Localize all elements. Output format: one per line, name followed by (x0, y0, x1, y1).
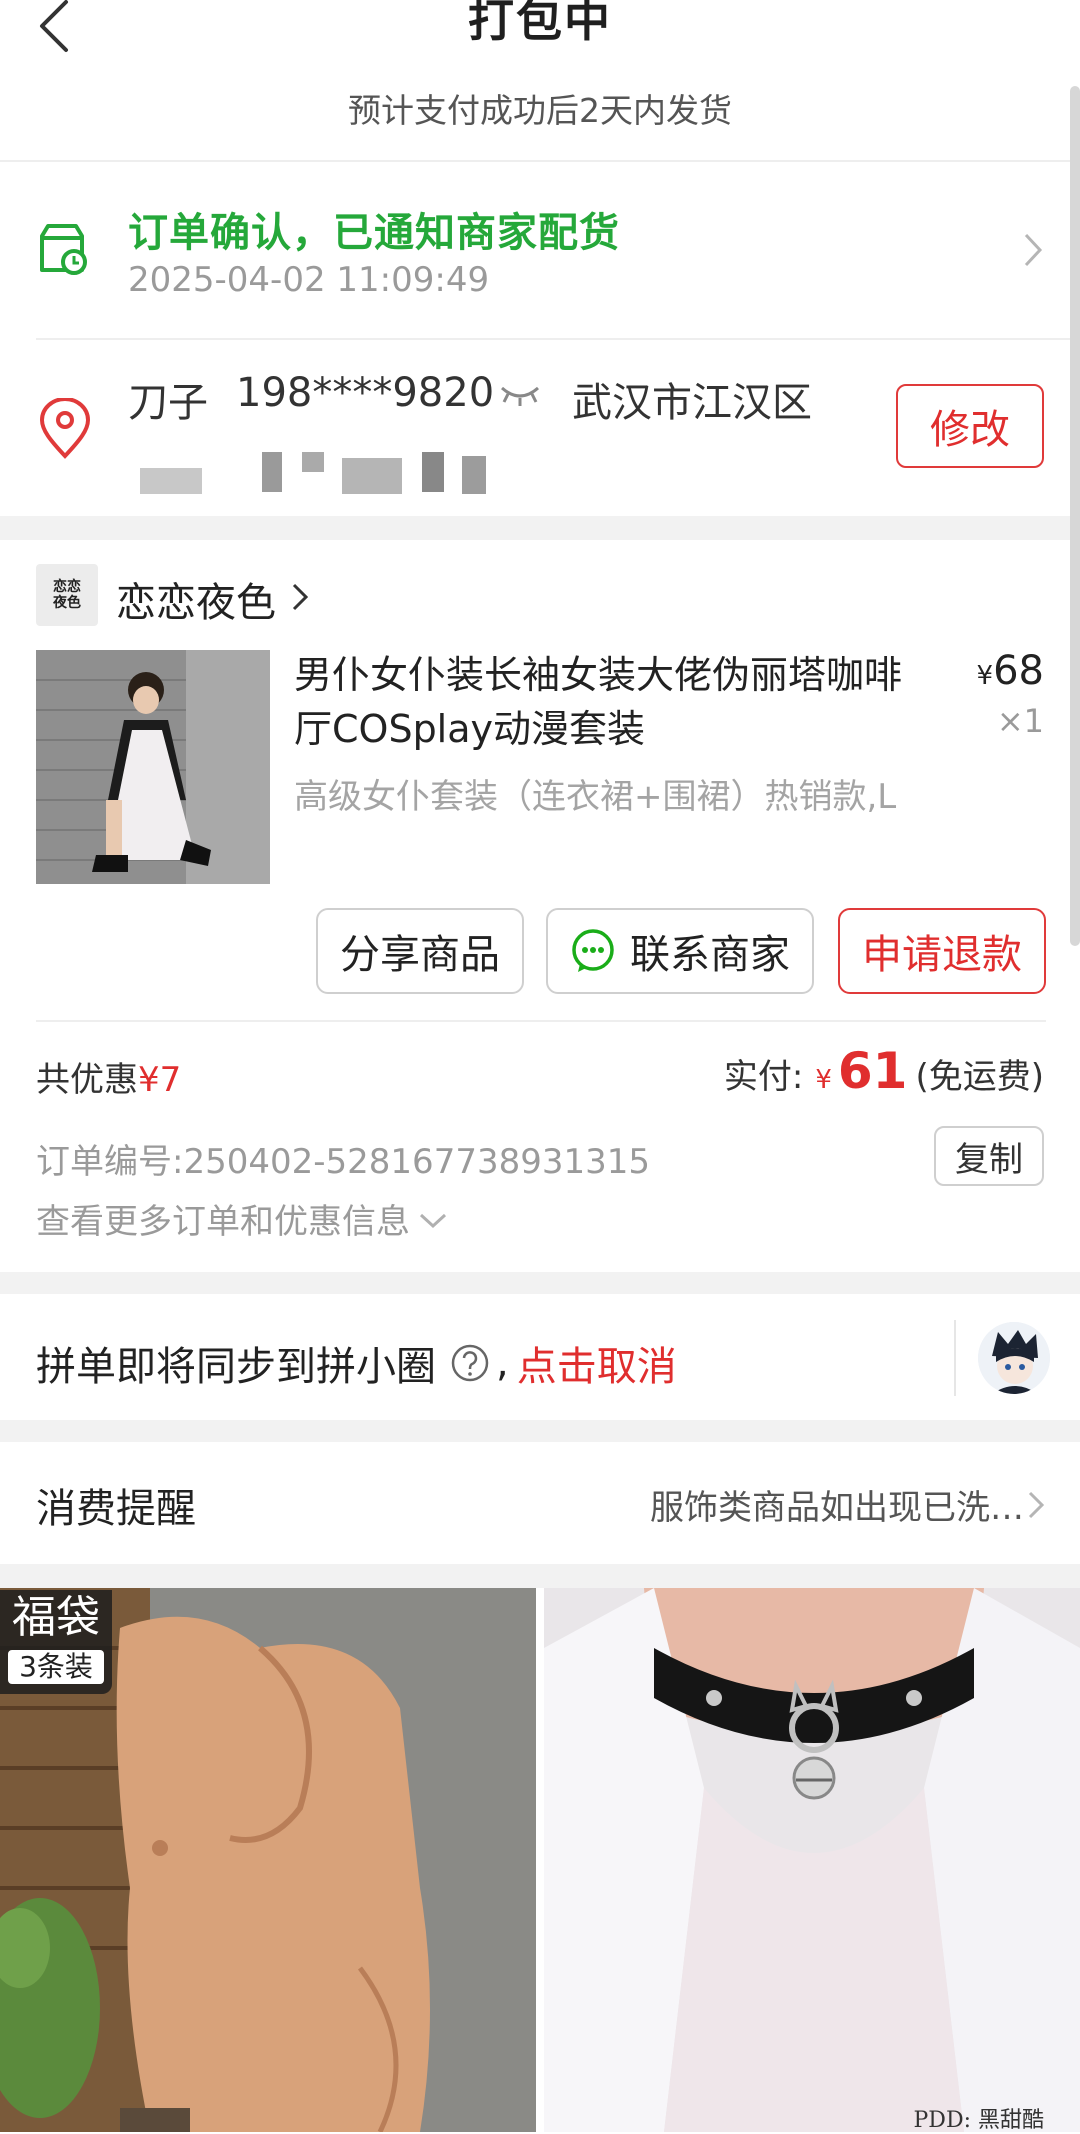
redacted-address (422, 452, 444, 492)
store-logo-text: 恋恋夜色 (53, 579, 81, 611)
recipient-name: 刀子 (128, 380, 208, 426)
shipping-address-row[interactable]: 刀子 198****9820 武汉市江汉区 修改 (0, 340, 1080, 520)
consumer-reminder-note[interactable]: 服饰类商品如出现已洗… (650, 1480, 1024, 1529)
order-number-label: 订单编号: (36, 1142, 184, 1182)
redacted-address (140, 468, 202, 494)
discount-summary: 共优惠¥7 (36, 1052, 181, 1101)
order-number-value: 250402-528167738931315 (183, 1142, 651, 1182)
order-number: 订单编号:250402-528167738931315 (36, 1134, 650, 1183)
group-sync-notice: 拼单即将同步到拼小圈 , 点击取消 (36, 1334, 677, 1392)
shipping-box-icon (36, 222, 90, 276)
request-refund-button[interactable]: 申请退款 (838, 908, 1046, 994)
store-name[interactable]: 恋恋夜色 (116, 570, 276, 628)
product-price: ¥68 (977, 648, 1044, 694)
discount-label: 共优惠 (36, 1060, 138, 1100)
product-thumbnail[interactable] (36, 650, 270, 884)
section-gap (0, 1272, 1080, 1294)
section-gap (0, 516, 1080, 540)
chevron-right-icon (1028, 1490, 1045, 1520)
chat-bubble-icon (570, 928, 616, 974)
location-pin-icon (36, 397, 94, 460)
discount-value: ¥7 (138, 1060, 182, 1100)
more-order-info[interactable]: 查看更多订单和优惠信息 (36, 1194, 448, 1243)
shipping-hint: 预计支付成功后2天内发货 (348, 91, 732, 130)
paid-label: 实付: (723, 1057, 804, 1097)
paid-note: (免运费) (915, 1057, 1044, 1097)
redacted-address (302, 452, 324, 472)
badge-subtitle: 3条装 (8, 1650, 104, 1684)
contact-merchant-button[interactable]: 联系商家 (546, 908, 814, 994)
help-question-icon[interactable] (450, 1343, 490, 1383)
store-logo[interactable]: 恋恋夜色 (36, 564, 98, 626)
price-value: 68 (993, 648, 1044, 694)
divider (36, 1020, 1046, 1022)
product-quantity: ×1 (996, 702, 1044, 740)
redacted-address (342, 458, 402, 494)
contact-merchant-label: 联系商家 (630, 932, 790, 978)
currency-symbol: ¥ (976, 661, 994, 691)
divider (0, 160, 1080, 162)
edit-address-button[interactable]: 修改 (896, 384, 1044, 468)
recipient-city: 武汉市江汉区 (572, 380, 812, 426)
recipient-phone: 198****9820 (236, 370, 495, 416)
more-order-info-label: 查看更多订单和优惠信息 (36, 1202, 410, 1242)
status-text: 订单确认，已通知商家配货 (128, 210, 620, 256)
lucky-bag-badge: 福袋 3条装 (0, 1590, 112, 1694)
product-title[interactable]: 男仆女仆装长袖女装大佬伪丽塔咖啡厅COSplay动漫套装 (294, 648, 914, 756)
chevron-right-icon (292, 582, 309, 612)
comma: , (496, 1340, 509, 1386)
section-gap (0, 1564, 1080, 1588)
paid-amount: 61 (837, 1042, 908, 1100)
cancel-sync-link[interactable]: 点击取消 (517, 1334, 677, 1392)
paid-currency: ¥ (815, 1065, 832, 1095)
status-timestamp: 2025-04-02 11:09:49 (128, 260, 490, 300)
copy-order-button[interactable]: 复制 (934, 1126, 1044, 1186)
recommended-product-tile[interactable] (544, 1588, 1080, 2132)
watermark-text: PDD: 黑甜酷 (913, 2108, 1045, 2133)
badge-title: 福袋 (12, 1592, 100, 1643)
avatar[interactable] (978, 1322, 1050, 1394)
paid-summary: 实付: ¥ 61 (免运费) (724, 1042, 1044, 1100)
group-sync-text: 拼单即将同步到拼小圈 (36, 1344, 436, 1390)
order-status-row[interactable]: 订单确认，已通知商家配货 2025-04-02 11:09:49 (0, 164, 1080, 336)
consumer-reminder-title: 消费提醒 (36, 1486, 196, 1532)
product-spec: 高级女仆套装（连衣裙+围裙）热销款,L (294, 777, 897, 817)
chevron-right-icon (1022, 232, 1044, 268)
eye-closed-icon[interactable] (496, 380, 544, 408)
divider (954, 1320, 956, 1396)
redacted-address (462, 456, 486, 494)
redacted-address (262, 452, 282, 492)
section-gap (0, 1420, 1080, 1442)
page-title: 打包中 (468, 0, 612, 47)
scrollbar[interactable] (1070, 86, 1080, 946)
chevron-down-icon (418, 1199, 448, 1239)
share-product-button[interactable]: 分享商品 (316, 908, 524, 994)
